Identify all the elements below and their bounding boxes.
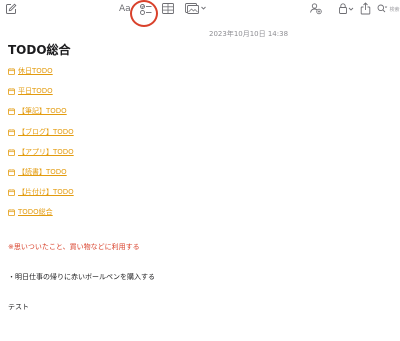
- note-link-item[interactable]: 【読書】TODO: [8, 168, 248, 188]
- note-link-item[interactable]: 【片付け】TODO: [8, 188, 248, 208]
- search-icon: [378, 4, 388, 13]
- note-link-item[interactable]: TODO総合: [8, 208, 248, 228]
- search-placeholder: 検索: [389, 6, 400, 13]
- lock-icon: [339, 3, 354, 14]
- calendar-icon: [8, 209, 15, 217]
- highlight-circle: [130, 0, 158, 27]
- calendar-icon: [8, 128, 15, 136]
- note-link[interactable]: 【読書】TODO: [18, 168, 67, 177]
- note-red-text[interactable]: ※思いついたこと、買い物などに利用する: [8, 242, 140, 252]
- table-icon: [162, 3, 174, 14]
- compose-icon: [6, 3, 17, 14]
- note-link[interactable]: 【筆記】TODO: [18, 107, 67, 116]
- note-date: 2023年10月10日 14:38: [209, 30, 289, 38]
- note-title[interactable]: TODO総合: [8, 41, 71, 58]
- note-link[interactable]: 【アプリ】TODO: [18, 148, 74, 157]
- media-button[interactable]: [185, 3, 207, 14]
- note-link[interactable]: 休日TODO: [18, 67, 53, 76]
- format-button[interactable]: Aa: [119, 3, 131, 15]
- search-field[interactable]: 検索: [377, 3, 400, 15]
- collaborate-icon: [310, 3, 322, 15]
- collaborate-button[interactable]: [309, 2, 322, 15]
- note-link[interactable]: 【片付け】TODO: [18, 188, 74, 197]
- note-link-list: 休日TODO 平日TODO 【筆記】TODO 【ブログ】TODO 【アプリ】TO…: [8, 67, 248, 229]
- note-link-item[interactable]: 休日TODO: [8, 67, 248, 87]
- note-link-item[interactable]: 【ブログ】TODO: [8, 128, 248, 148]
- table-button[interactable]: [162, 3, 174, 14]
- note-link[interactable]: 平日TODO: [18, 87, 53, 96]
- note-link-item[interactable]: 【筆記】TODO: [8, 107, 248, 127]
- note-bullet-line[interactable]: ・明日仕事の帰りに赤いボールペンを購入する: [8, 272, 155, 282]
- calendar-icon: [8, 189, 15, 197]
- calendar-icon: [8, 88, 15, 96]
- note-test-line[interactable]: テスト: [8, 302, 29, 312]
- share-button[interactable]: [360, 2, 371, 15]
- calendar-icon: [8, 169, 15, 176]
- compose-button[interactable]: [5, 3, 17, 15]
- calendar-icon: [8, 68, 15, 75]
- toolbar: Aa 検索: [0, 0, 400, 27]
- note-link-item[interactable]: 【アプリ】TODO: [8, 148, 248, 168]
- note-link[interactable]: TODO総合: [18, 208, 53, 217]
- share-icon: [360, 2, 371, 15]
- calendar-icon: [8, 108, 15, 116]
- note-link-item[interactable]: 平日TODO: [8, 87, 248, 107]
- note-link[interactable]: 【ブログ】TODO: [18, 128, 74, 137]
- calendar-icon: [8, 149, 15, 156]
- notes-window: Aa 検索 2023年10月10日 14:38 TODO総合 休日TODO 平日…: [0, 0, 400, 341]
- media-icon: [185, 3, 206, 14]
- lock-button[interactable]: [338, 2, 354, 15]
